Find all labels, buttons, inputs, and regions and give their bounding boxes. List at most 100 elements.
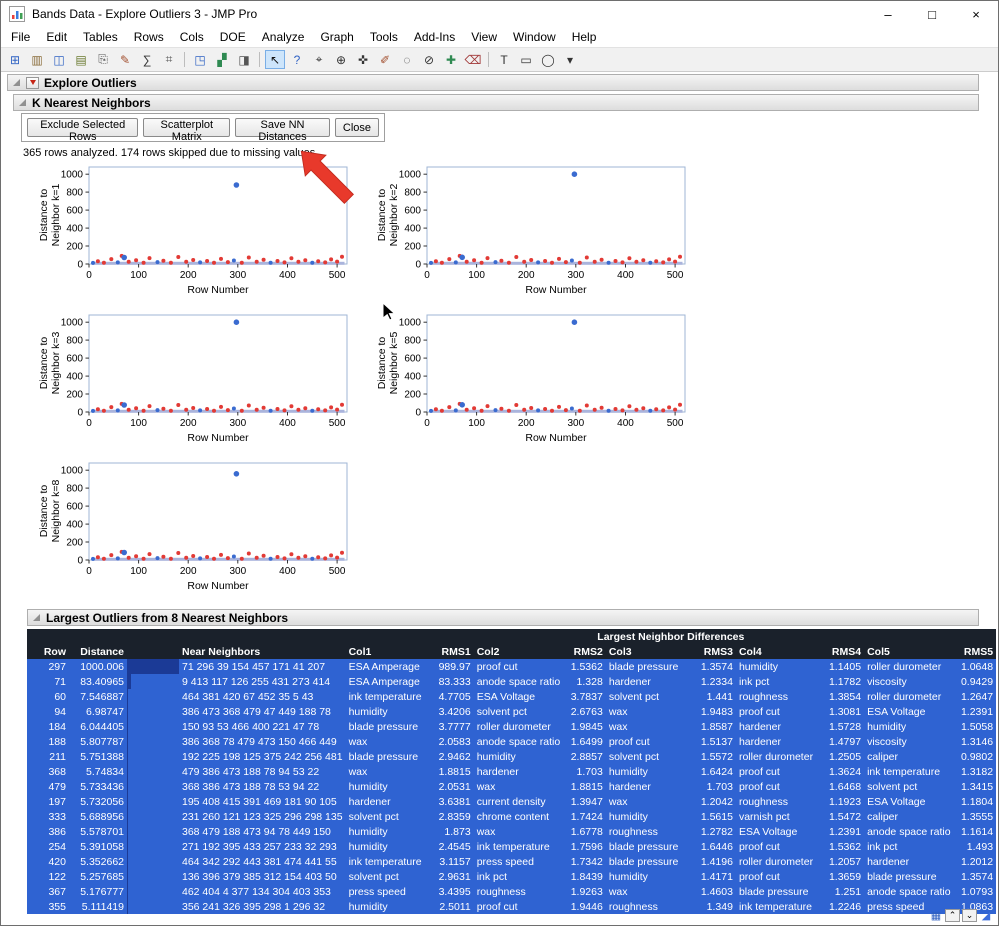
col-header-rms5[interactable]: RMS5 [956, 644, 996, 659]
table-row[interactable]: 607.546887464 381 420 67 452 35 5 43ink … [27, 689, 996, 704]
mouse-cursor-icon [382, 302, 396, 322]
magnifier-tool-icon[interactable]: ⊘ [419, 50, 439, 69]
menu-view[interactable]: View [463, 28, 505, 46]
crosshair-tool-icon[interactable]: ⌖ [309, 50, 329, 69]
table-row[interactable]: 3335.688956231 260 121 123 325 296 298 1… [27, 809, 996, 824]
open-icon[interactable]: ▥ [27, 50, 47, 69]
col-header-rms3[interactable]: RMS3 [698, 644, 736, 659]
col-header-col4[interactable]: Col4 [736, 644, 826, 659]
text-annotate-tool-icon[interactable]: T [494, 50, 514, 69]
scatterplot-matrix-button[interactable]: Scatterplot Matrix [143, 118, 230, 137]
rect-annotate-tool-icon[interactable]: ▭ [516, 50, 536, 69]
menu-addins[interactable]: Add-Ins [406, 28, 463, 46]
new-data-table-icon[interactable]: ⊞ [5, 50, 25, 69]
cell-col2: hardener [474, 764, 568, 779]
table-row[interactable]: 7183.409659 413 117 126 255 431 273 414E… [27, 674, 996, 689]
menu-cols[interactable]: Cols [172, 28, 212, 46]
save-icon[interactable]: ◫ [49, 50, 69, 69]
red-triangle-menu-icon[interactable] [26, 77, 39, 89]
disclosure-icon[interactable] [18, 98, 27, 107]
help-tool-icon[interactable]: ? [287, 50, 307, 69]
col-header-col1[interactable]: Col1 [346, 644, 436, 659]
menu-edit[interactable]: Edit [38, 28, 75, 46]
knn-plot-k5[interactable]: Distance toNeighbor k=502004006008001000… [369, 311, 699, 453]
col-header-col3[interactable]: Col3 [606, 644, 698, 659]
lock-icon[interactable]: ⌗ [159, 50, 179, 69]
knn-plot-k2[interactable]: Distance toNeighbor k=202004006008001000… [369, 163, 699, 305]
cell-col3: blade pressure [606, 659, 698, 674]
knn-plot-k8[interactable]: Distance toNeighbor k=802004006008001000… [31, 459, 361, 601]
col-header-rms4[interactable]: RMS4 [826, 644, 864, 659]
table-row[interactable]: 4205.352662464 342 292 443 381 474 441 5… [27, 854, 996, 869]
data-filter-icon[interactable]: ▞ [212, 50, 232, 69]
cell-col4: ink pct [736, 674, 826, 689]
disclosure-icon[interactable] [32, 613, 41, 622]
copy-icon[interactable]: ⎘ [93, 50, 113, 69]
plus-tool-icon[interactable]: ✚ [441, 50, 461, 69]
cell-distance: 83.40965 [69, 674, 127, 689]
bottom-scroll-controls: ▦ ⌃ ⌄ ◢ [929, 909, 993, 922]
table-row[interactable]: 3555.111419356 241 326 395 298 1 296 32h… [27, 899, 996, 914]
table-row[interactable]: 1846.044405150 93 53 466 400 221 47 78bl… [27, 719, 996, 734]
annotate-icon[interactable]: ✎ [115, 50, 135, 69]
maximize-button[interactable]: □ [910, 1, 954, 27]
cell-col2: anode space ratio [474, 734, 568, 749]
formula-icon[interactable]: ∑ [137, 50, 157, 69]
menu-doe[interactable]: DOE [212, 28, 254, 46]
svg-text:Neighbor k=1: Neighbor k=1 [50, 183, 62, 246]
journal-icon[interactable]: ▤ [71, 50, 91, 69]
col-header-row[interactable]: Row [27, 644, 69, 659]
menu-file[interactable]: File [3, 28, 38, 46]
cell-row: 211 [27, 749, 69, 764]
disclosure-icon[interactable] [12, 78, 21, 87]
minimize-button[interactable]: – [866, 1, 910, 27]
col-header-rms2[interactable]: RMS2 [568, 644, 606, 659]
table-row[interactable]: 1975.732056195 408 415 391 469 181 90 10… [27, 794, 996, 809]
col-header-near-neighbors[interactable]: Near Neighbors [179, 644, 346, 659]
knn-plot-k3[interactable]: Distance toNeighbor k=302004006008001000… [31, 311, 361, 453]
menu-graph[interactable]: Graph [312, 28, 361, 46]
cell-rms4: 1.1782 [826, 674, 864, 689]
menu-help[interactable]: Help [564, 28, 605, 46]
exclude-selected-rows-button[interactable]: Exclude Selected Rows [27, 118, 138, 137]
col-header-col5[interactable]: Col5 [864, 644, 956, 659]
scroll-up-button[interactable]: ⌃ [945, 909, 960, 922]
window-list-icon[interactable]: ◨ [234, 50, 254, 69]
menu-tables[interactable]: Tables [75, 28, 126, 46]
table-row[interactable]: 2115.751388192 225 198 125 375 242 256 4… [27, 749, 996, 764]
brush-tool-icon[interactable]: ✐ [375, 50, 395, 69]
col-header-bar[interactable] [127, 644, 179, 659]
table-row[interactable]: 1885.807787386 368 78 479 473 150 466 44… [27, 734, 996, 749]
cell-rms1: 3.6381 [436, 794, 474, 809]
arrow-tool-icon[interactable]: ↖ [265, 50, 285, 69]
table-row[interactable]: 3675.176777462 404 4 377 134 304 403 353… [27, 884, 996, 899]
table-row[interactable]: 946.98747386 473 368 479 47 449 188 78hu… [27, 704, 996, 719]
more-tools-icon[interactable]: ▾ [560, 50, 580, 69]
menu-rows[interactable]: Rows [126, 28, 172, 46]
save-nn-distances-button[interactable]: Save NN Distances [235, 118, 330, 137]
graph-builder-icon[interactable]: ◳ [190, 50, 210, 69]
table-row[interactable]: 3865.578701368 479 188 473 94 78 449 150… [27, 824, 996, 839]
table-row[interactable]: 1225.257685136 396 379 385 312 154 403 5… [27, 869, 996, 884]
table-row[interactable]: 2545.391058271 192 395 433 257 233 32 29… [27, 839, 996, 854]
cell-col3: humidity [606, 764, 698, 779]
scroll-down-button[interactable]: ⌄ [962, 909, 977, 922]
scribble-tool-icon[interactable]: ⌫ [463, 50, 483, 69]
lasso-tool-icon[interactable]: ◌ [397, 50, 417, 69]
table-row[interactable]: 3685.74834479 386 473 188 78 94 53 22wax… [27, 764, 996, 779]
close-button[interactable]: Close [335, 118, 379, 137]
resize-grip-icon[interactable]: ◢ [979, 909, 993, 922]
menu-analyze[interactable]: Analyze [254, 28, 313, 46]
cell-col3: hardener [606, 674, 698, 689]
oval-annotate-tool-icon[interactable]: ◯ [538, 50, 558, 69]
selection-tool-icon[interactable]: ⊕ [331, 50, 351, 69]
table-row[interactable]: 2971000.00671 296 39 154 457 171 41 207E… [27, 659, 996, 674]
col-header-rms1[interactable]: RMS1 [436, 644, 474, 659]
menu-window[interactable]: Window [505, 28, 564, 46]
menu-tools[interactable]: Tools [362, 28, 406, 46]
col-header-distance[interactable]: Distance [69, 644, 127, 659]
col-header-col2[interactable]: Col2 [474, 644, 568, 659]
table-row[interactable]: 4795.733436368 386 473 188 78 53 94 22hu… [27, 779, 996, 794]
grabber-tool-icon[interactable]: ✜ [353, 50, 373, 69]
close-button[interactable]: × [954, 1, 998, 27]
